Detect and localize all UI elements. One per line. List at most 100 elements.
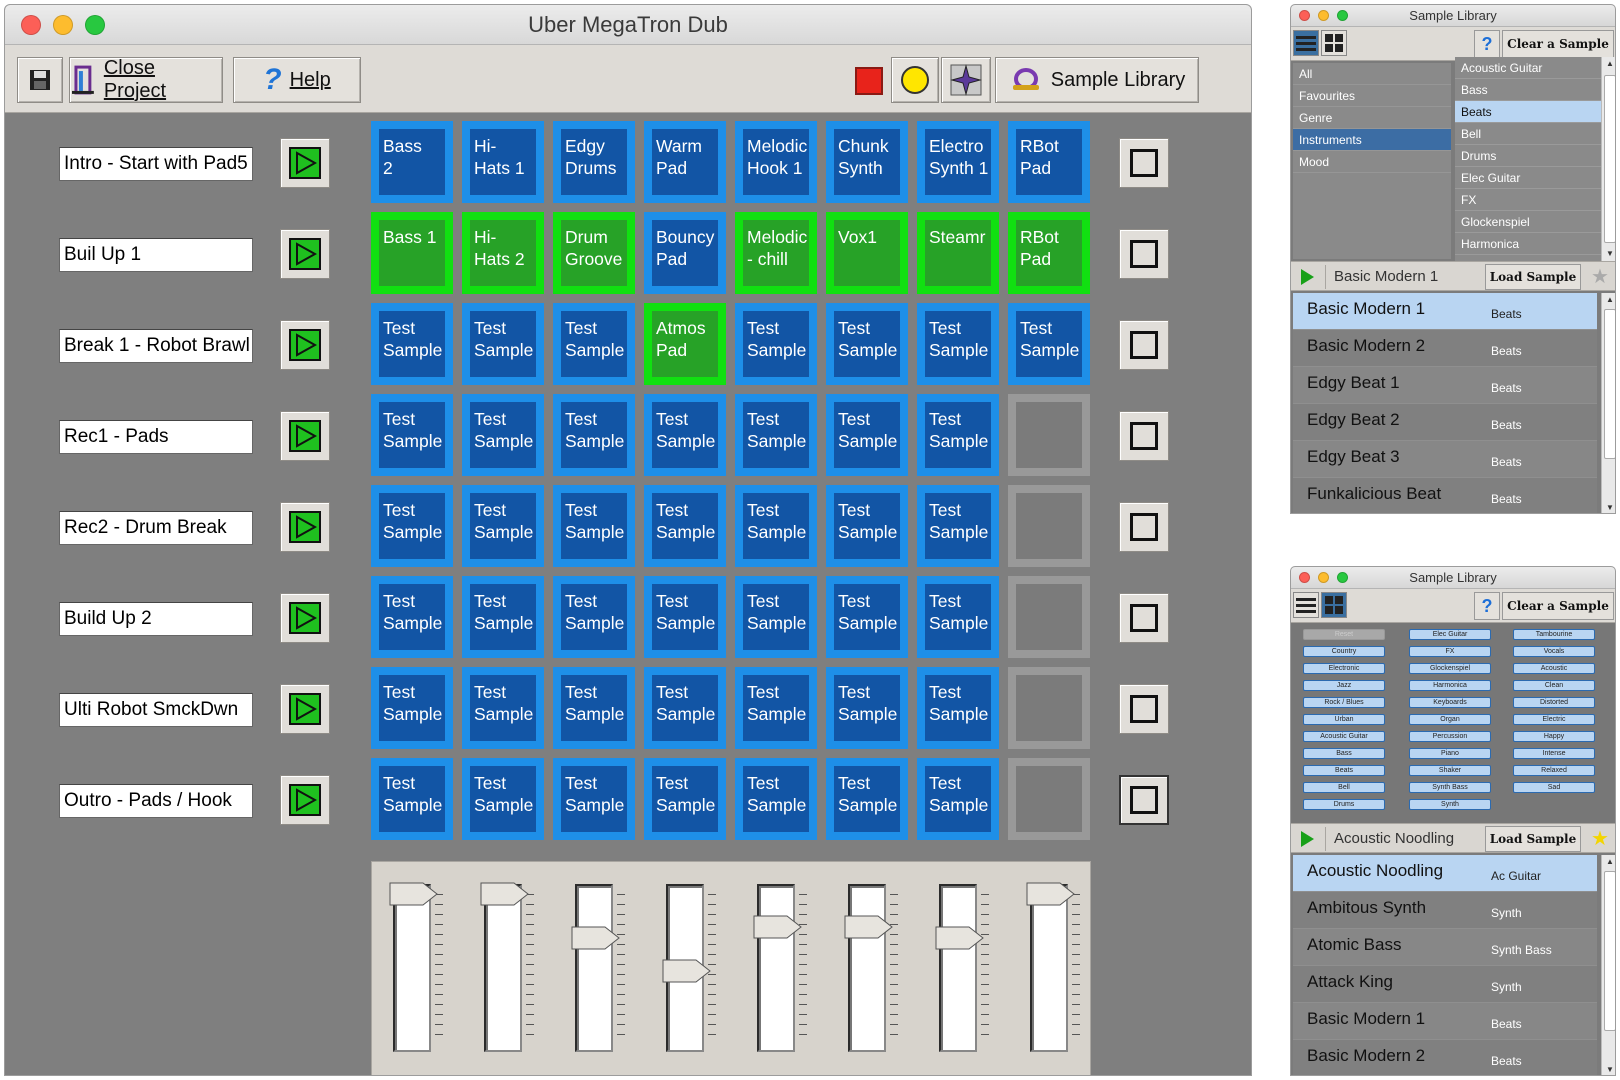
- scene-name-field[interactable]: Outro - Pads / Hook: [59, 784, 253, 818]
- channel-fader[interactable]: [657, 884, 719, 1054]
- tag-button[interactable]: Bell: [1303, 782, 1385, 793]
- sample-pad[interactable]: Test Sample: [462, 303, 544, 385]
- tag-button[interactable]: Harmonica: [1409, 680, 1491, 691]
- tag-button[interactable]: Tambourine: [1513, 629, 1595, 640]
- channel-fader[interactable]: [384, 882, 446, 1054]
- scene-play-button[interactable]: [280, 229, 330, 279]
- tag-button[interactable]: Organ: [1409, 714, 1491, 725]
- help-button[interactable]: ? Help: [233, 57, 361, 103]
- sample-pad[interactable]: Atmos Pad: [644, 303, 726, 385]
- sample-pad[interactable]: Melodic Hook 1: [735, 121, 817, 203]
- list-view-button[interactable]: [1293, 592, 1319, 618]
- sample-pad[interactable]: Test Sample: [462, 758, 544, 840]
- scene-stop-button[interactable]: [1119, 320, 1169, 370]
- scene-name-field[interactable]: Rec1 - Pads: [59, 420, 253, 454]
- sample-pad[interactable]: Test Sample: [644, 394, 726, 476]
- scroll-thumb[interactable]: [1604, 871, 1615, 1031]
- scroll-up-icon[interactable]: ▲: [1602, 855, 1615, 869]
- scroll-down-icon[interactable]: ▼: [1602, 247, 1615, 261]
- sample-pad[interactable]: Test Sample: [462, 485, 544, 567]
- tag-button[interactable]: Jazz: [1303, 680, 1385, 691]
- scene-play-button[interactable]: [280, 593, 330, 643]
- sample-pad[interactable]: Test Sample: [917, 576, 999, 658]
- sample-pad[interactable]: Test Sample: [826, 485, 908, 567]
- category-item[interactable]: Mood: [1293, 151, 1451, 173]
- tag-button[interactable]: Vocals: [1513, 646, 1595, 657]
- tag-button[interactable]: Keyboards: [1409, 697, 1491, 708]
- empty-pad-slot[interactable]: [1008, 758, 1090, 840]
- tag-button[interactable]: Country: [1303, 646, 1385, 657]
- scene-stop-button[interactable]: [1119, 138, 1169, 188]
- sample-list-item[interactable]: Basic Modern 2 Beats: [1293, 1040, 1597, 1075]
- sample-list-item[interactable]: Ambitous Synth Synth: [1293, 892, 1597, 929]
- channel-fader[interactable]: [748, 884, 810, 1054]
- sample-pad[interactable]: Test Sample: [826, 667, 908, 749]
- subcategory-item[interactable]: Bass: [1455, 79, 1601, 101]
- fader-knob[interactable]: [935, 926, 984, 950]
- sample-pad[interactable]: Test Sample: [735, 303, 817, 385]
- subcategory-item[interactable]: FX: [1455, 189, 1601, 211]
- tag-button[interactable]: Electronic: [1303, 663, 1385, 674]
- tag-button[interactable]: Rock / Blues: [1303, 697, 1385, 708]
- fader-knob[interactable]: [753, 915, 802, 939]
- sample-library-button[interactable]: Sample Library: [995, 57, 1199, 103]
- sample-pad[interactable]: Melodic - chill: [735, 212, 817, 294]
- scroll-thumb[interactable]: [1604, 309, 1615, 459]
- category-item[interactable]: Genre: [1293, 107, 1451, 129]
- clear-sample-button[interactable]: Clear a Sample: [1502, 592, 1614, 620]
- subcategory-item[interactable]: Bell: [1455, 123, 1601, 145]
- tag-button[interactable]: Beats: [1303, 765, 1385, 776]
- sample-pad[interactable]: Test Sample: [735, 394, 817, 476]
- sample-pad[interactable]: Test Sample: [462, 576, 544, 658]
- sample-pad[interactable]: Electro Synth 1: [917, 121, 999, 203]
- favourite-star-icon[interactable]: ★: [1587, 264, 1613, 290]
- sample-pad[interactable]: Test Sample: [371, 667, 453, 749]
- close-window-icon[interactable]: [1299, 10, 1310, 21]
- scene-play-button[interactable]: [280, 138, 330, 188]
- sample-pad[interactable]: Test Sample: [917, 758, 999, 840]
- sample-list-item[interactable]: Acoustic Noodling Ac Guitar: [1293, 855, 1597, 892]
- scroll-up-icon[interactable]: ▲: [1602, 57, 1615, 71]
- tag-button[interactable]: Elec Guitar: [1409, 629, 1491, 640]
- scroll-up-icon[interactable]: ▲: [1602, 293, 1615, 307]
- load-sample-button[interactable]: Load Sample: [1485, 264, 1581, 290]
- scene-play-button[interactable]: [280, 684, 330, 734]
- scene-stop-button[interactable]: [1119, 684, 1169, 734]
- scene-play-button[interactable]: [280, 502, 330, 552]
- sample-list-item[interactable]: Basic Modern 2 Beats: [1293, 330, 1597, 367]
- fader-knob[interactable]: [844, 915, 893, 939]
- tag-button[interactable]: Bass: [1303, 748, 1385, 759]
- sample-pad[interactable]: Hi- Hats 1: [462, 121, 544, 203]
- sample-pad[interactable]: Test Sample: [644, 758, 726, 840]
- sample-pad[interactable]: Test Sample: [735, 485, 817, 567]
- library-help-button[interactable]: ?: [1474, 592, 1500, 620]
- tag-button[interactable]: Percussion: [1409, 731, 1491, 742]
- subcategory-item[interactable]: Beats: [1455, 101, 1601, 123]
- sample-list-scrollbar[interactable]: ▲ ▼: [1601, 855, 1615, 1075]
- channel-fader[interactable]: [930, 884, 992, 1054]
- save-button[interactable]: [17, 57, 63, 103]
- sample-pad[interactable]: Test Sample: [371, 394, 453, 476]
- sample-pad[interactable]: Test Sample: [462, 394, 544, 476]
- stop-all-button[interactable]: [855, 67, 883, 95]
- empty-pad-slot[interactable]: [1008, 576, 1090, 658]
- sample-list-item[interactable]: Attack King Synth: [1293, 966, 1597, 1003]
- tag-button[interactable]: Sad: [1513, 782, 1595, 793]
- sample-pad[interactable]: Hi- Hats 2: [462, 212, 544, 294]
- clear-sample-button[interactable]: Clear a Sample: [1502, 30, 1614, 58]
- fader-knob[interactable]: [662, 959, 711, 983]
- tag-button[interactable]: Happy: [1513, 731, 1595, 742]
- scene-name-field[interactable]: Break 1 - Robot Brawl: [59, 329, 253, 363]
- sample-pad[interactable]: Test Sample: [553, 667, 635, 749]
- sample-pad[interactable]: Warm Pad: [644, 121, 726, 203]
- sample-pad[interactable]: Test Sample: [553, 303, 635, 385]
- channel-fader[interactable]: [1021, 882, 1083, 1054]
- close-project-button[interactable]: Close Project: [69, 57, 223, 103]
- sample-pad[interactable]: RBot Pad: [1008, 212, 1090, 294]
- sample-list-item[interactable]: Funkalicious Beat Beats: [1293, 478, 1597, 513]
- sample-list-item[interactable]: Basic Modern 1 Beats: [1293, 1003, 1597, 1040]
- sample-pad[interactable]: Test Sample: [553, 485, 635, 567]
- category-item[interactable]: Favourites: [1293, 85, 1451, 107]
- tag-button[interactable]: Acoustic Guitar: [1303, 731, 1385, 742]
- zoom-window-icon[interactable]: [1337, 10, 1348, 21]
